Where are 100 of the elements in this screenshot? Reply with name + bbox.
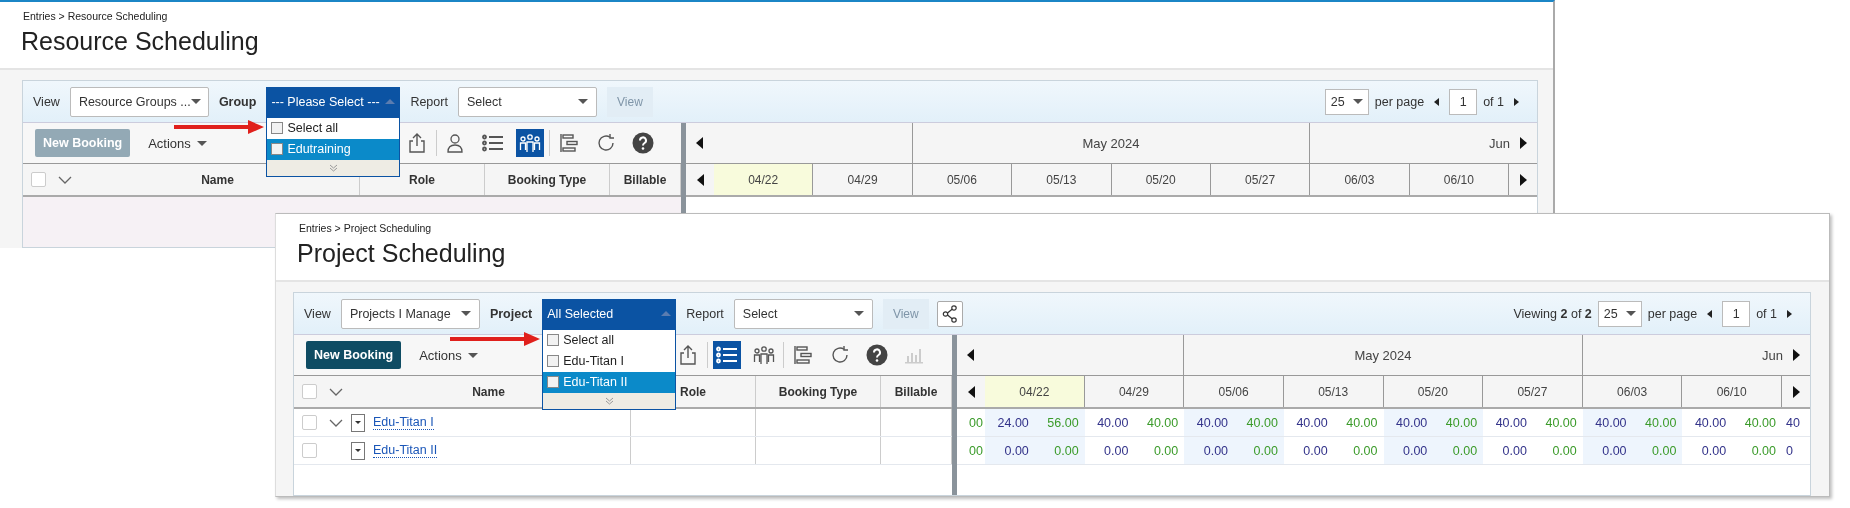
checkbox[interactable] bbox=[547, 334, 560, 346]
month-label: Jun bbox=[1762, 347, 1783, 363]
checkbox[interactable] bbox=[271, 122, 284, 134]
previous-week-button[interactable] bbox=[967, 385, 975, 398]
dropdown-option[interactable]: Edutraining bbox=[267, 138, 400, 160]
chevron-down-icon[interactable] bbox=[329, 418, 343, 427]
new-booking-button[interactable]: New Booking bbox=[306, 341, 402, 369]
table-cell-text: 00 bbox=[968, 442, 984, 460]
dropdown-option[interactable]: Edu-Titan I bbox=[543, 350, 676, 372]
week-header[interactable]: 06/10 bbox=[1409, 164, 1509, 195]
column-header: Billable bbox=[610, 164, 681, 195]
previous-week-button[interactable] bbox=[696, 173, 704, 186]
table-cell: 0.00 bbox=[1184, 437, 1235, 464]
filter-label: View bbox=[33, 94, 60, 109]
week-header[interactable]: 04/22 bbox=[985, 376, 1085, 407]
table-cell-text: 0.00 bbox=[1750, 442, 1777, 460]
table-cell: 0.00 bbox=[1234, 437, 1284, 464]
month-label: Jun bbox=[1489, 135, 1510, 151]
toolbar-button[interactable] bbox=[713, 341, 741, 369]
previous-month-button[interactable] bbox=[967, 349, 974, 361]
table-cell-text: 40.00 bbox=[1096, 414, 1130, 432]
checkbox[interactable] bbox=[302, 384, 317, 399]
table-cell-text: 0.00 bbox=[1302, 442, 1329, 460]
gantt-icon bbox=[793, 345, 813, 365]
table-cell-text: 0.00 bbox=[1501, 442, 1528, 460]
week-header[interactable]: 06/03 bbox=[1582, 376, 1683, 407]
chevron-down-icon[interactable] bbox=[329, 387, 343, 396]
week-header[interactable]: 06/10 bbox=[1682, 376, 1782, 407]
dropdown-option[interactable]: Select all bbox=[543, 329, 676, 351]
select-field[interactable]: Projects I Manage bbox=[340, 298, 480, 329]
table-cell-text: 40.00 bbox=[1295, 414, 1329, 432]
week-header[interactable]: 05/06 bbox=[912, 164, 1013, 195]
row-menu-button[interactable] bbox=[351, 413, 365, 432]
project-link[interactable]: Edu-Titan I bbox=[373, 415, 434, 430]
select-field[interactable]: Resource Groups ... bbox=[69, 86, 209, 117]
week-header[interactable]: 04/29 bbox=[1084, 376, 1185, 407]
table-cell: 40.00 bbox=[1184, 409, 1235, 436]
page-title: Project Scheduling bbox=[296, 238, 507, 269]
row-menu-button[interactable] bbox=[351, 441, 365, 460]
week-header[interactable]: 06/03 bbox=[1310, 164, 1410, 195]
checkbox[interactable] bbox=[547, 355, 560, 367]
table-cell: 56.00 bbox=[1034, 409, 1085, 436]
checkbox[interactable] bbox=[547, 376, 560, 388]
refresh-icon bbox=[596, 133, 616, 153]
actions-menu[interactable]: Actions bbox=[413, 347, 484, 363]
actions-menu[interactable]: Actions bbox=[142, 135, 213, 151]
week-header[interactable]: 04/22 bbox=[714, 164, 814, 195]
per-page-label: per page bbox=[1374, 94, 1425, 109]
week-header[interactable]: 05/27 bbox=[1210, 164, 1311, 195]
multiselect-field[interactable]: All Selected bbox=[542, 298, 677, 329]
table-cell: 40.00 bbox=[1582, 409, 1633, 436]
people-icon bbox=[753, 345, 775, 365]
table-cell: 40.00 bbox=[1234, 409, 1284, 436]
page-count: of 1 bbox=[1483, 94, 1504, 109]
checkbox[interactable] bbox=[271, 143, 284, 155]
month-label: May 2024 bbox=[1082, 135, 1140, 151]
table-cell: 24.00 bbox=[985, 409, 1035, 436]
next-month-button[interactable] bbox=[1793, 349, 1800, 361]
week-header[interactable]: 05/27 bbox=[1483, 376, 1583, 407]
select-field[interactable]: Select bbox=[733, 298, 873, 329]
week-header[interactable]: 05/06 bbox=[1184, 376, 1284, 407]
toolbar-button[interactable] bbox=[516, 129, 544, 157]
table-cell: 0.00 bbox=[1632, 437, 1683, 464]
table-cell-text: 0.00 bbox=[1700, 442, 1728, 460]
week-header[interactable]: 05/20 bbox=[1383, 376, 1484, 407]
column-header: Booking Type bbox=[485, 164, 610, 195]
viewing-count: Viewing 2 of 2 bbox=[1513, 306, 1592, 321]
checkbox[interactable] bbox=[302, 415, 317, 430]
help-icon bbox=[632, 132, 654, 154]
project-link[interactable]: Edu-Titan II bbox=[373, 443, 438, 458]
page-field[interactable]: 1 bbox=[1722, 300, 1751, 327]
previous-month-button[interactable] bbox=[696, 137, 703, 149]
page-size-select[interactable]: 25 bbox=[1597, 300, 1642, 327]
per-page-label: per page bbox=[1647, 306, 1698, 321]
table-cell-text: 40 bbox=[1785, 414, 1801, 432]
column-header: Role bbox=[360, 164, 485, 195]
page-field[interactable]: 1 bbox=[1449, 88, 1478, 115]
multiselect-field[interactable]: --- Please Select --- bbox=[266, 86, 401, 117]
chevron-down-icon[interactable] bbox=[58, 175, 72, 184]
table-cell-text: 00 bbox=[968, 414, 984, 432]
checkbox[interactable] bbox=[302, 443, 317, 458]
dropdown-option[interactable]: Edu-Titan II bbox=[543, 371, 676, 393]
select-field[interactable]: Select bbox=[457, 86, 597, 117]
week-header[interactable]: 05/13 bbox=[1012, 164, 1112, 195]
week-header[interactable]: 05/20 bbox=[1111, 164, 1211, 195]
next-week-button[interactable] bbox=[1519, 173, 1527, 186]
table-cell: 0.00 bbox=[1433, 437, 1484, 464]
checkbox[interactable] bbox=[31, 172, 46, 187]
dropdown-option[interactable]: Select all bbox=[267, 117, 400, 139]
week-header[interactable]: 04/29 bbox=[813, 164, 913, 195]
person-icon bbox=[446, 133, 466, 153]
table-cell-text: 0 bbox=[1785, 442, 1794, 460]
next-week-button[interactable] bbox=[1792, 385, 1800, 398]
column-header: Name bbox=[23, 164, 360, 195]
page-size-select[interactable]: 25 bbox=[1324, 88, 1369, 115]
table-cell: 0.00 bbox=[985, 437, 1035, 464]
column-header: Billable bbox=[881, 376, 952, 407]
week-header[interactable]: 05/13 bbox=[1283, 376, 1384, 407]
share-button[interactable] bbox=[936, 300, 963, 327]
next-month-button[interactable] bbox=[1520, 137, 1527, 149]
